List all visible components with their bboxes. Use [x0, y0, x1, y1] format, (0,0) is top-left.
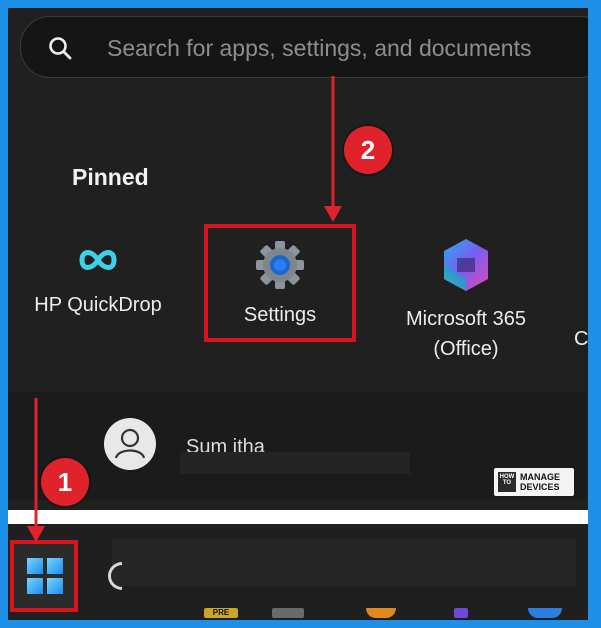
divider	[8, 510, 588, 524]
taskbar: PRE	[8, 524, 588, 620]
start-button[interactable]	[10, 540, 78, 612]
start-menu: Search for apps, settings, and documents…	[8, 8, 588, 500]
search-box[interactable]: Search for apps, settings, and documents	[20, 16, 588, 78]
search-input[interactable]: Search for apps, settings, and documents	[107, 35, 577, 62]
microsoft-365-icon	[444, 239, 488, 291]
watermark-line1: MANAGE	[520, 472, 560, 482]
pinned-section-title: Pinned	[72, 164, 149, 190]
watermark-howto: HOW TO	[498, 472, 516, 492]
search-icon-partial[interactable]	[108, 562, 122, 590]
pinned-app-partial[interactable]: C	[574, 314, 588, 354]
taskbar-app-icon[interactable]	[366, 608, 396, 618]
user-avatar[interactable]	[104, 418, 156, 470]
redacted-area	[180, 452, 410, 474]
pinned-app-hp-quickdrop[interactable]: HP QuickDrop	[18, 240, 178, 320]
redacted-area	[112, 538, 576, 586]
taskbar-app-icon[interactable]	[454, 608, 468, 618]
taskbar-app-icon[interactable]	[528, 608, 562, 618]
screenshot-frame: Search for apps, settings, and documents…	[8, 8, 588, 620]
app-label: Settings	[243, 304, 317, 326]
search-icon	[49, 37, 72, 60]
taskbar-app-icon[interactable]	[272, 608, 304, 618]
taskbar-app-badge[interactable]: PRE	[204, 608, 238, 618]
watermark-line2: DEVICES	[520, 482, 560, 492]
user-icon	[114, 428, 146, 459]
step-1-badge: 1	[41, 458, 89, 506]
app-label-secondary: (Office)	[433, 338, 499, 360]
app-label: HP QuickDrop	[34, 294, 162, 316]
pinned-app-microsoft-365[interactable]: Microsoft 365 (Office)	[386, 236, 546, 364]
pinned-app-settings[interactable]: Settings	[204, 224, 356, 342]
watermark-logo: HOW TO MANAGE DEVICES	[494, 468, 574, 496]
app-label: Microsoft 365	[405, 308, 527, 330]
step-2-badge: 2	[344, 126, 392, 174]
settings-gear-icon	[256, 241, 304, 289]
app-label: C	[574, 328, 588, 350]
hp-quickdrop-icon	[79, 250, 117, 270]
